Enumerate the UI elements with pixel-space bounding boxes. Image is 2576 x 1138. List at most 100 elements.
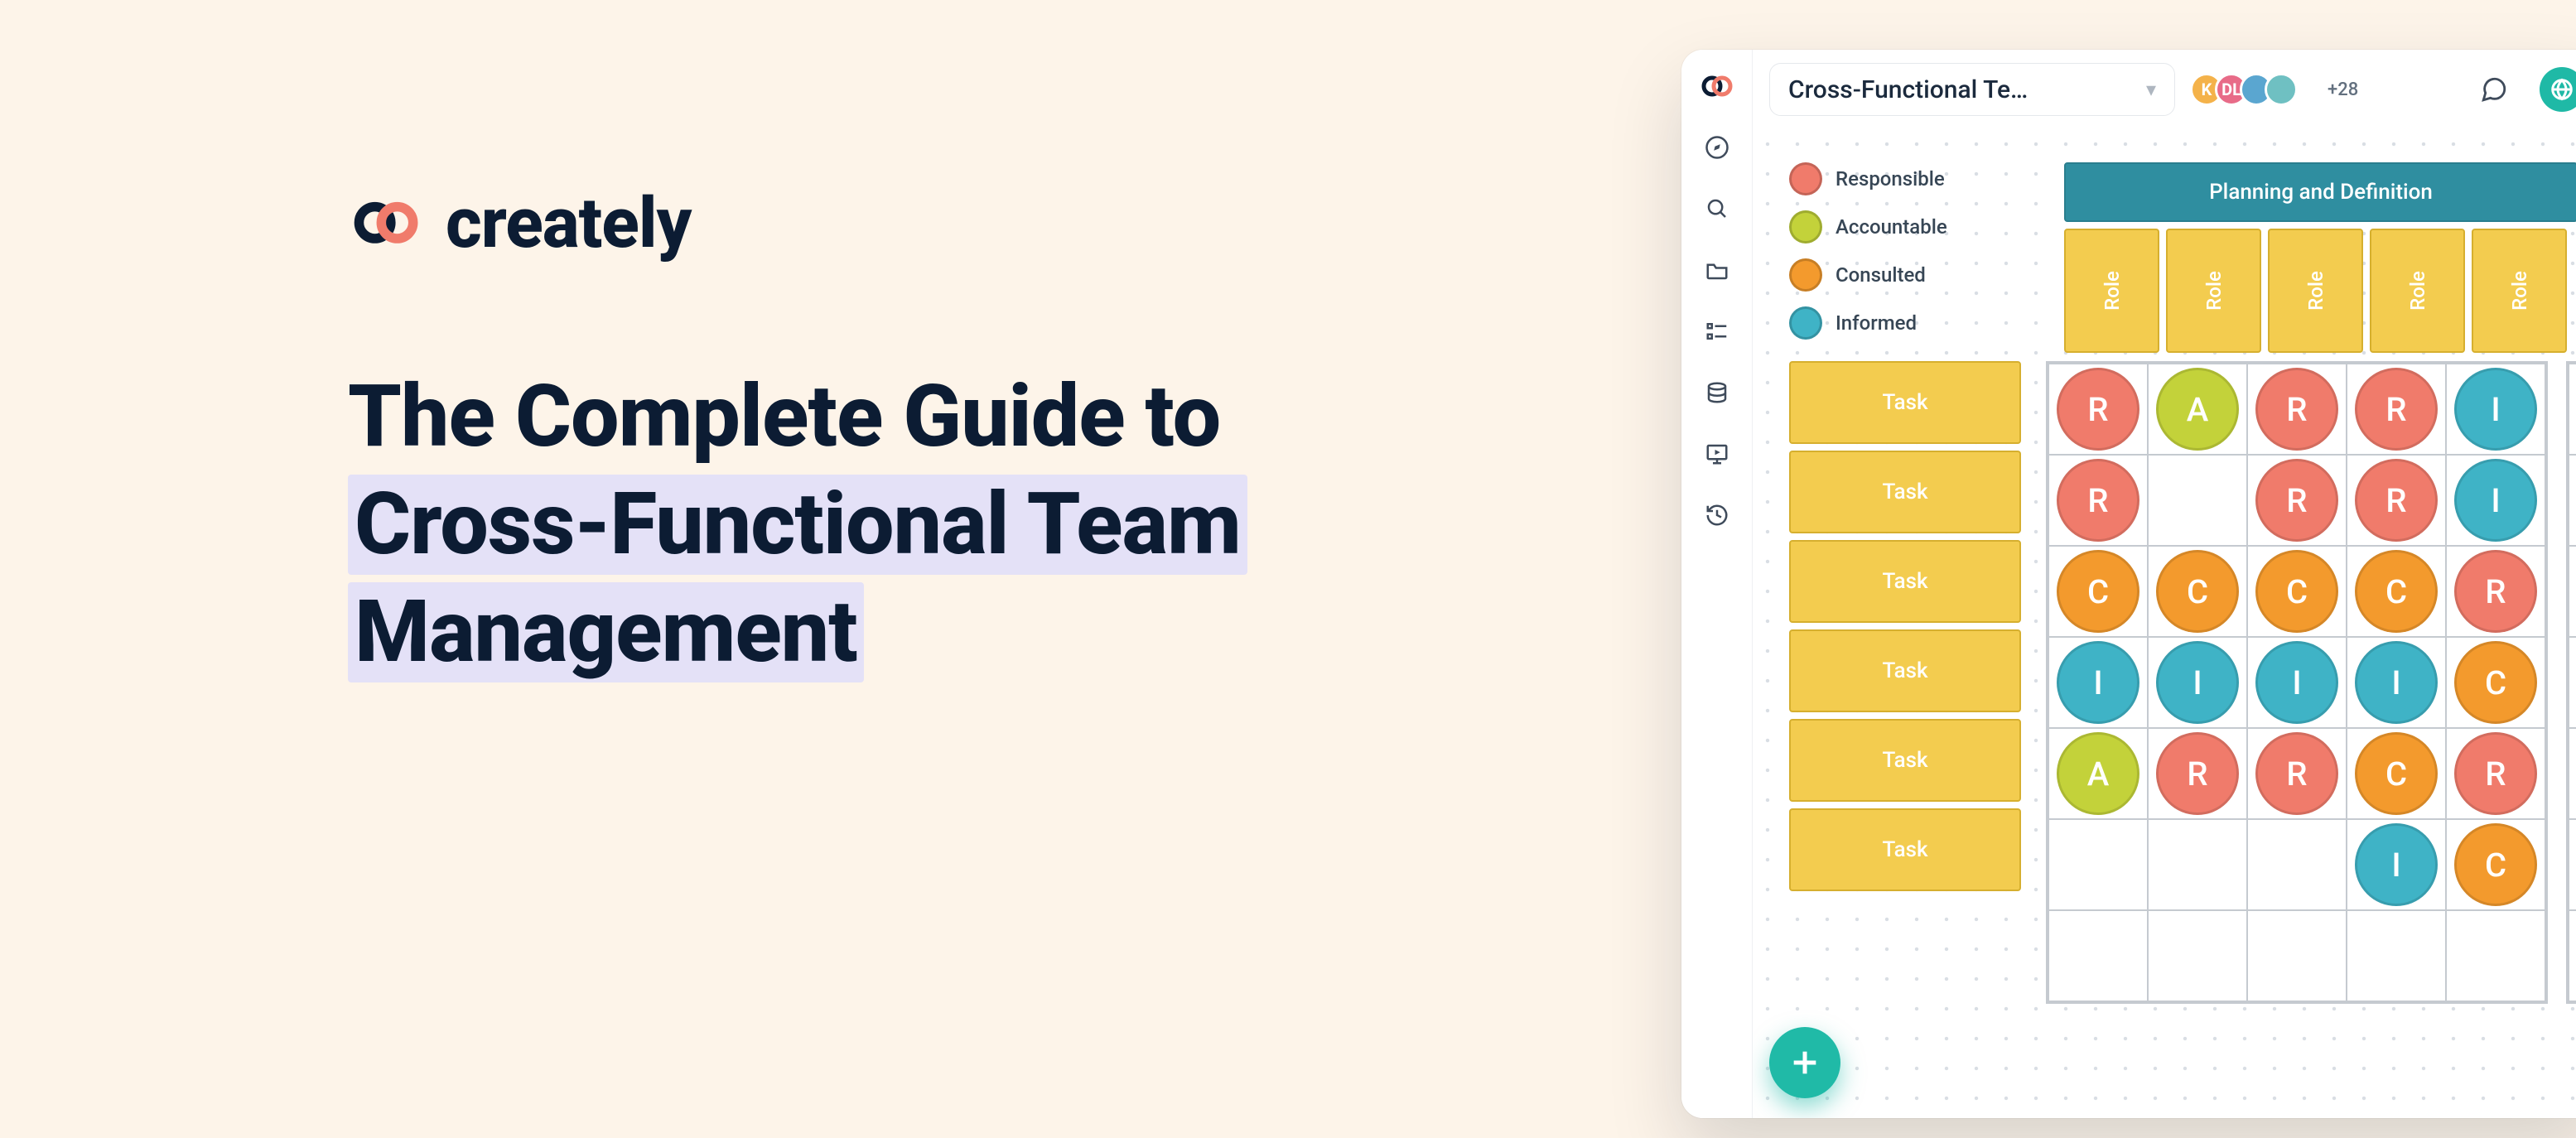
- avatar[interactable]: [2265, 73, 2298, 106]
- raci-legend: Responsible Accountable Consulted Informed: [1789, 162, 1947, 340]
- raci-cell[interactable]: I: [2347, 819, 2446, 910]
- hero-line-3: Management: [348, 582, 864, 682]
- raci-cell[interactable]: R: [2446, 728, 2545, 819]
- raci-cell[interactable]: R: [2148, 728, 2247, 819]
- legend-dot-icon: [1789, 306, 1822, 340]
- raci-cell[interactable]: R: [2048, 364, 2148, 455]
- creately-logo-icon: [348, 199, 427, 248]
- raci-chip: R: [2355, 459, 2438, 542]
- raci-cell[interactable]: C: [2347, 728, 2446, 819]
- raci-cell[interactable]: [2247, 910, 2347, 1001]
- raci-cell[interactable]: R: [2569, 728, 2576, 819]
- raci-cell[interactable]: R: [2347, 364, 2446, 455]
- raci-cell[interactable]: [2347, 910, 2446, 1001]
- raci-chip: I: [2355, 641, 2438, 724]
- raci-chip: C: [2355, 550, 2438, 633]
- raci-cell[interactable]: R: [2247, 455, 2347, 546]
- raci-cell[interactable]: [2048, 819, 2148, 910]
- history-icon[interactable]: [1699, 497, 1735, 533]
- raci-cell[interactable]: C: [2048, 546, 2148, 637]
- app-main: Cross-Functional Te… ▾ KDL +28 Responsib…: [1753, 50, 2576, 1118]
- raci-chip: C: [2156, 550, 2239, 633]
- stage: creately The Complete Guide to Cross-Fun…: [0, 0, 2576, 1138]
- raci-chip: C: [2255, 550, 2338, 633]
- raci-grid-next: IIRCRI: [2566, 361, 2576, 1004]
- raci-cell[interactable]: [2446, 910, 2545, 1001]
- raci-chip: A: [2156, 368, 2239, 451]
- raci-cell[interactable]: [2048, 910, 2148, 1001]
- raci-cell[interactable]: [2148, 910, 2247, 1001]
- raci-cell[interactable]: I: [2347, 637, 2446, 728]
- raci-cell[interactable]: I: [2569, 364, 2576, 455]
- raci-cell[interactable]: R: [2048, 455, 2148, 546]
- raci-chip: C: [2355, 732, 2438, 815]
- comments-button[interactable]: [2472, 67, 2516, 112]
- share-button[interactable]: [2540, 67, 2576, 112]
- raci-cell[interactable]: C: [2148, 546, 2247, 637]
- role-header-row: RoleRoleRoleRoleRole: [2064, 229, 2576, 353]
- raci-chip: R: [2255, 459, 2338, 542]
- raci-cell[interactable]: I: [2446, 455, 2545, 546]
- raci-cell[interactable]: I: [2148, 637, 2247, 728]
- legend-dot-icon: [1789, 162, 1822, 195]
- creately-mini-logo-icon: [1699, 68, 1735, 104]
- legend-dot-icon: [1789, 258, 1822, 292]
- raci-cell[interactable]: C: [2446, 637, 2545, 728]
- raci-cell[interactable]: A: [2148, 364, 2247, 455]
- raci-cell[interactable]: I: [2569, 819, 2576, 910]
- task-column: TaskTaskTaskTaskTaskTask: [1789, 361, 2021, 1004]
- legend-dot-icon: [1789, 210, 1822, 244]
- raci-cell[interactable]: [2148, 819, 2247, 910]
- raci-cell[interactable]: R: [2446, 546, 2545, 637]
- raci-chip: R: [2156, 732, 2239, 815]
- raci-cell[interactable]: I: [2569, 455, 2576, 546]
- task-cell: Task: [1789, 451, 2021, 533]
- raci-cell[interactable]: [2247, 819, 2347, 910]
- presence-avatars[interactable]: KDL: [2198, 73, 2298, 106]
- raci-cell[interactable]: I: [2446, 364, 2545, 455]
- raci-cell[interactable]: C: [2446, 819, 2545, 910]
- legend-label: Accountable: [1836, 215, 1947, 239]
- legend-item: Responsible: [1789, 162, 1947, 195]
- app-window: Cross-Functional Te… ▾ KDL +28 Responsib…: [1681, 50, 2576, 1118]
- canvas[interactable]: ResponsibleAccountableConsultedInformed …: [1753, 129, 2576, 1118]
- task-cell: Task: [1789, 808, 2021, 891]
- hero-line-2: Cross-Functional Team: [348, 475, 1247, 575]
- raci-cell[interactable]: C: [2569, 637, 2576, 728]
- raci-cell[interactable]: A: [2048, 728, 2148, 819]
- raci-chip: C: [2454, 641, 2537, 724]
- raci-cell[interactable]: R: [2247, 728, 2347, 819]
- left-rail: [1681, 50, 1753, 1118]
- raci-cell[interactable]: R: [2569, 546, 2576, 637]
- raci-cell[interactable]: [2148, 455, 2247, 546]
- raci-chip: R: [2454, 550, 2537, 633]
- raci-chip: R: [2255, 368, 2338, 451]
- compass-icon[interactable]: [1699, 129, 1735, 166]
- raci-cell[interactable]: I: [2247, 637, 2347, 728]
- presentation-icon[interactable]: [1699, 436, 1735, 472]
- topbar: Cross-Functional Te… ▾ KDL +28: [1753, 50, 2576, 129]
- legend-label: Consulted: [1836, 263, 1926, 287]
- raci-cell[interactable]: R: [2347, 455, 2446, 546]
- add-fab[interactable]: [1769, 1027, 1840, 1098]
- hero-block: creately The Complete Guide to Cross-Fun…: [348, 182, 1590, 687]
- raci-cell[interactable]: I: [2048, 637, 2148, 728]
- database-icon[interactable]: [1699, 374, 1735, 411]
- document-selector[interactable]: Cross-Functional Te… ▾: [1769, 63, 2175, 116]
- document-title: Cross-Functional Te…: [1788, 75, 2028, 104]
- legend-item: Informed: [1789, 306, 1947, 340]
- raci-cell[interactable]: R: [2247, 364, 2347, 455]
- raci-cell[interactable]: C: [2347, 546, 2446, 637]
- phase-header: Planning and Definition: [2064, 162, 2576, 222]
- raci-chip: I: [2454, 459, 2537, 542]
- raci-cell[interactable]: [2569, 910, 2576, 1001]
- raci-chip: R: [2057, 368, 2139, 451]
- folder-icon[interactable]: [1699, 252, 1735, 288]
- legend-item: Consulted: [1789, 258, 1947, 292]
- raci-cell[interactable]: C: [2247, 546, 2347, 637]
- raci-grid: RARRIRRRICCCCRIIIICARRCRIC: [2046, 361, 2548, 1004]
- list-icon[interactable]: [1699, 313, 1735, 350]
- search-icon[interactable]: [1699, 190, 1735, 227]
- raci-chip: I: [2057, 641, 2139, 724]
- raci-chip: R: [2454, 732, 2537, 815]
